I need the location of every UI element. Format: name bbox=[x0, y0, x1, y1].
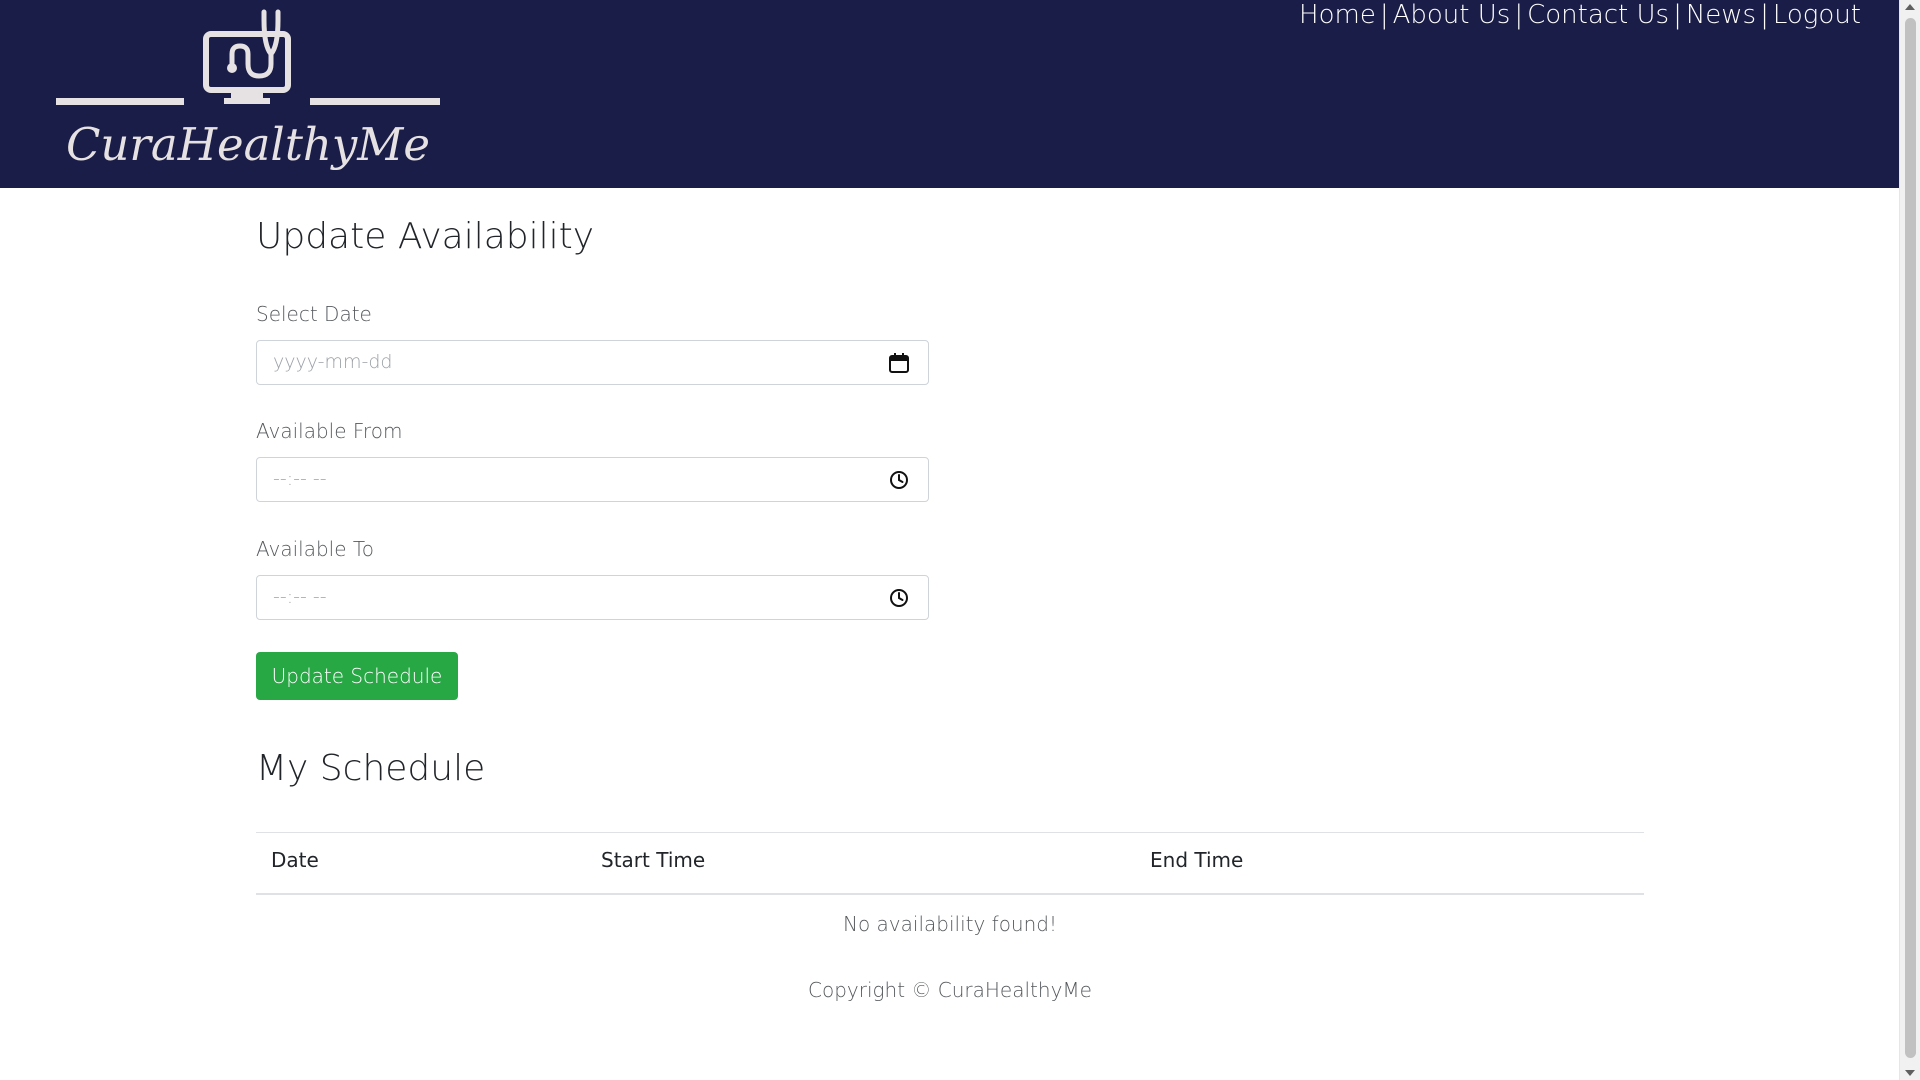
column-header-end-time: End Time bbox=[1150, 848, 1244, 872]
brand-logo[interactable]: CuraHealthyMe bbox=[56, 6, 440, 182]
site-header: CuraHealthyMe Home | About Us | Contact Us | N… bbox=[0, 0, 1899, 188]
clock-icon[interactable] bbox=[888, 587, 910, 609]
nav-about-us[interactable]: About Us bbox=[1393, 0, 1511, 30]
available-from-label: Available From bbox=[256, 419, 403, 443]
column-header-start-time: Start Time bbox=[601, 848, 706, 872]
nav-separator: | bbox=[1760, 0, 1769, 30]
footer-copyright: Copyright © CuraHealthyMe bbox=[808, 978, 1092, 1002]
nav-logout[interactable]: Logout bbox=[1773, 0, 1861, 30]
nav-separator: | bbox=[1673, 0, 1682, 30]
available-from-input[interactable]: --:-- -- bbox=[256, 457, 929, 502]
nav-news[interactable]: News bbox=[1686, 0, 1756, 30]
nav-separator: | bbox=[1379, 0, 1389, 30]
available-to-placeholder: --:-- -- bbox=[273, 586, 327, 608]
table-header-border bbox=[256, 893, 1644, 895]
date-input[interactable]: yyyy-mm-dd bbox=[256, 340, 929, 385]
empty-state-message: No availability found! bbox=[842, 912, 1057, 936]
table-top-border bbox=[256, 832, 1644, 833]
select-date-label: Select Date bbox=[256, 302, 372, 326]
page-scrollbar[interactable] bbox=[1899, 0, 1920, 1080]
nav-separator: | bbox=[1514, 0, 1524, 30]
nav-home[interactable]: Home bbox=[1299, 0, 1376, 30]
column-header-date: Date bbox=[271, 848, 319, 872]
available-to-label: Available To bbox=[256, 537, 374, 561]
schedule-title: My Schedule bbox=[256, 748, 486, 789]
scroll-thumb[interactable] bbox=[1905, 18, 1916, 1058]
available-to-input[interactable]: --:-- -- bbox=[256, 575, 929, 620]
page-title: Update Availability bbox=[256, 216, 595, 257]
top-nav: Home | About Us | Contact Us | News | Logout bbox=[1299, 0, 1861, 30]
scroll-down-arrow-icon[interactable] bbox=[1905, 1070, 1915, 1076]
nav-contact-us[interactable]: Contact Us bbox=[1527, 0, 1669, 30]
scroll-up-arrow-icon[interactable] bbox=[1905, 4, 1915, 10]
update-schedule-button[interactable]: Update Schedule bbox=[256, 652, 458, 700]
page: CuraHealthyMe Home | About Us | Contact Us | N… bbox=[0, 0, 1920, 1080]
clock-icon[interactable] bbox=[888, 469, 910, 491]
calendar-icon[interactable] bbox=[888, 352, 910, 374]
available-from-placeholder: --:-- -- bbox=[273, 468, 327, 490]
date-input-placeholder: yyyy-mm-dd bbox=[273, 351, 393, 373]
brand-name: CuraHealthyMe bbox=[65, 118, 431, 171]
monitor-stethoscope-icon bbox=[56, 9, 440, 105]
